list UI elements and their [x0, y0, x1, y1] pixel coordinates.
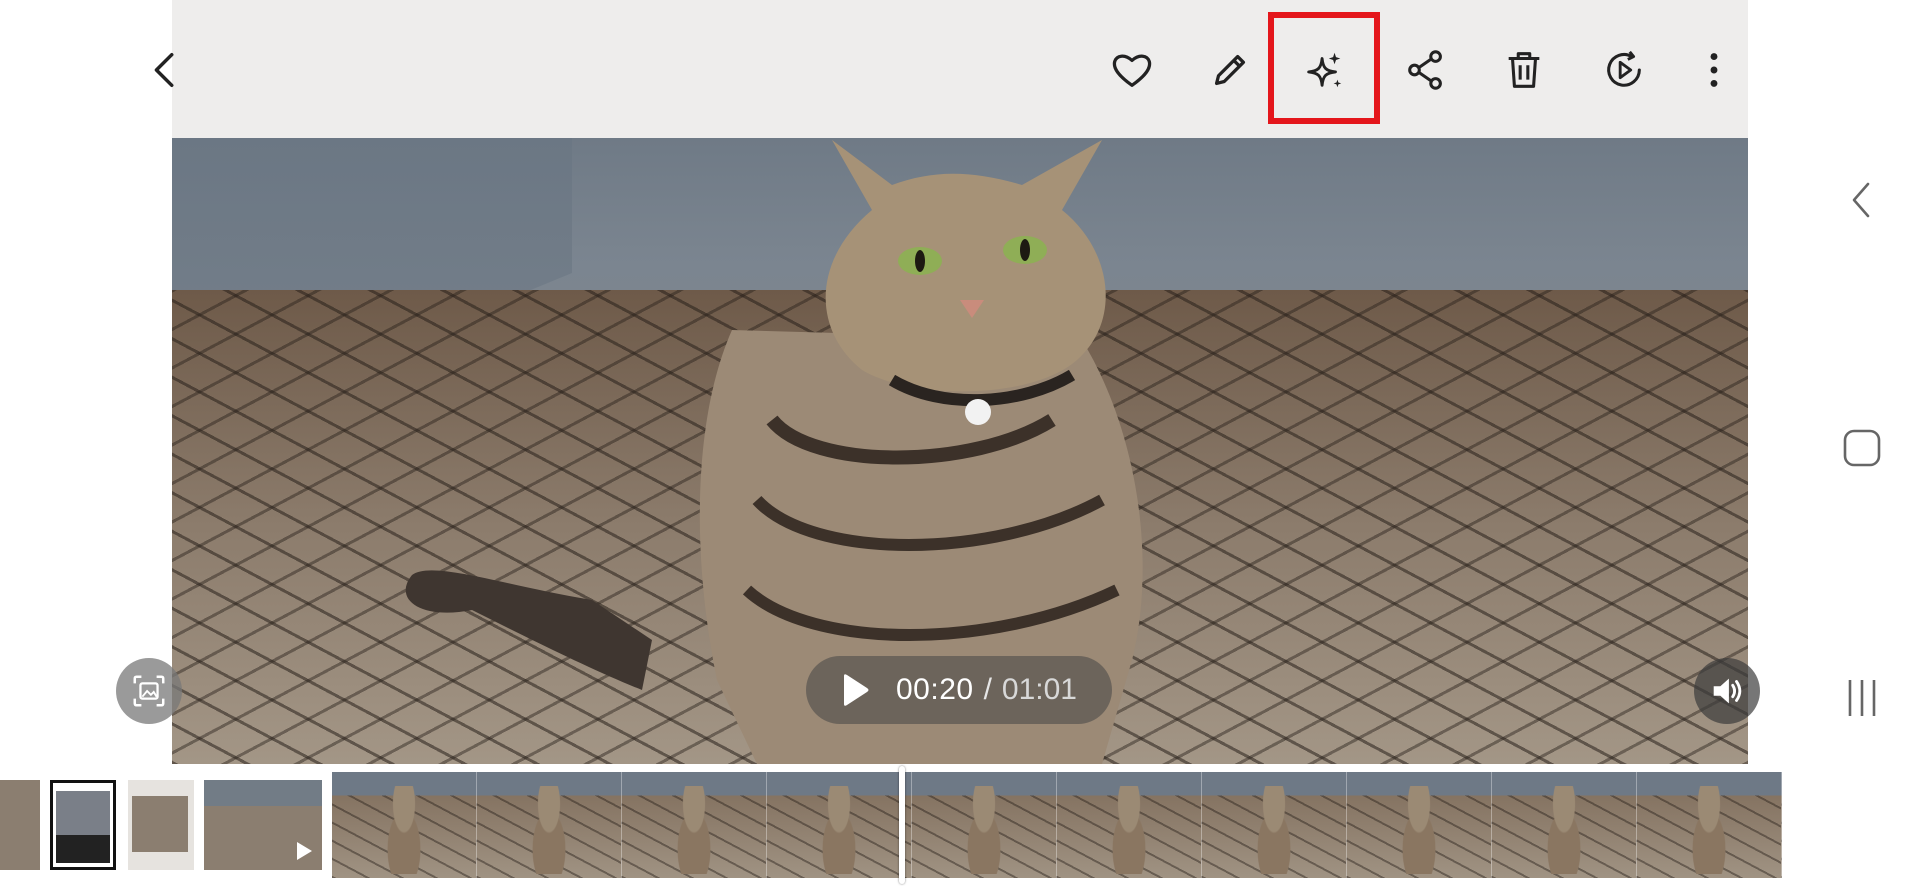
- capture-frame-button[interactable]: [116, 658, 182, 724]
- video-frame[interactable]: [172, 0, 1748, 764]
- nav-recents-button[interactable]: [1832, 668, 1892, 728]
- current-time: 00:20: [896, 673, 974, 706]
- recents-icon: [1848, 680, 1876, 716]
- chevron-left-icon: [154, 52, 174, 88]
- delete-button[interactable]: [1492, 38, 1556, 102]
- thumbnail[interactable]: [204, 780, 322, 870]
- more-options-button[interactable]: [1682, 38, 1746, 102]
- timeline-frame: [332, 772, 477, 878]
- timeline-frame: [1492, 772, 1637, 878]
- timeline-frame: [767, 772, 912, 878]
- nav-home-button[interactable]: [1832, 418, 1892, 478]
- playhead[interactable]: [899, 766, 905, 884]
- play-video-button[interactable]: [1592, 38, 1656, 102]
- heart-icon: [1112, 54, 1152, 87]
- thumbnail[interactable]: [0, 780, 40, 870]
- play-icon[interactable]: [834, 670, 874, 710]
- capture-icon: [133, 675, 165, 707]
- timeline-frame: [912, 772, 1057, 878]
- video-timeline[interactable]: [332, 772, 1802, 878]
- time-separator: /: [983, 673, 992, 706]
- timeline-frame: [622, 772, 767, 878]
- nav-back-button[interactable]: [1832, 170, 1892, 230]
- timeline-frame: [1347, 772, 1492, 878]
- volume-button[interactable]: [1694, 658, 1760, 724]
- highlight-box: [1268, 12, 1380, 124]
- play-circle-icon: [1607, 50, 1641, 87]
- duration: 01:01: [1001, 673, 1077, 706]
- playback-control: 00:20 / 01:01: [806, 656, 1112, 724]
- volume-icon: [1713, 678, 1742, 704]
- back-button[interactable]: [134, 38, 198, 102]
- timeline-frame: [1202, 772, 1347, 878]
- favorite-button[interactable]: [1100, 38, 1164, 102]
- back-icon: [1852, 182, 1870, 218]
- thumbnail[interactable]: [128, 780, 194, 870]
- home-icon: [1843, 429, 1881, 467]
- edit-button[interactable]: [1198, 38, 1262, 102]
- share-button[interactable]: [1394, 38, 1458, 102]
- trash-icon: [1508, 52, 1540, 88]
- thumbnail-selected[interactable]: [50, 780, 116, 870]
- pencil-icon: [1214, 54, 1246, 86]
- timeline-frame: [1637, 772, 1782, 878]
- more-vert-icon: [1710, 53, 1718, 87]
- timeline-frame: [477, 772, 622, 878]
- timeline-frame: [1057, 772, 1202, 878]
- play-icon: [297, 842, 312, 860]
- share-icon: [1408, 50, 1442, 90]
